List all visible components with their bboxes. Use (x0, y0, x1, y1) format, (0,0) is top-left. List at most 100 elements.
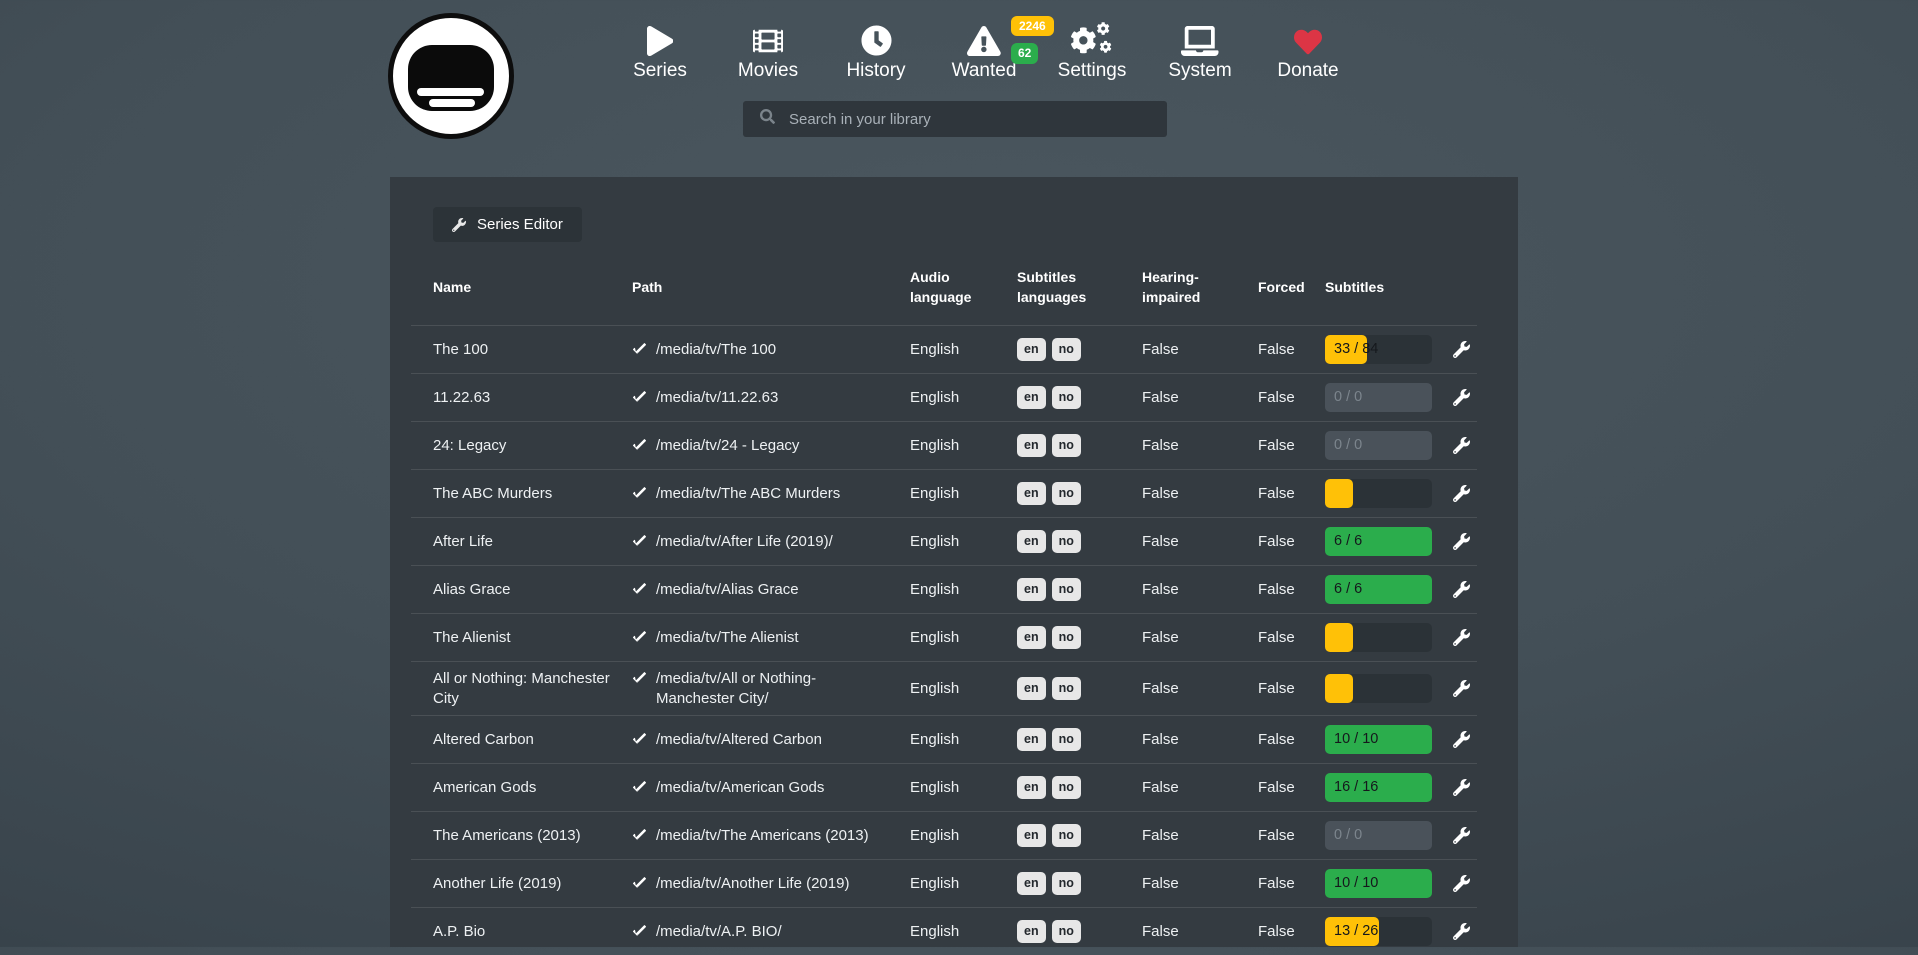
wrench-icon[interactable] (1453, 923, 1470, 940)
series-name[interactable]: All or Nothing: Manchester City (411, 662, 632, 715)
nav-item-system[interactable]: System (1146, 18, 1254, 82)
nav-item-history[interactable]: History (822, 18, 930, 82)
series-editor-button[interactable]: Series Editor (433, 207, 582, 242)
check-icon (632, 672, 647, 685)
logo-subtitle-line (429, 99, 475, 107)
wrench-icon[interactable] (1453, 875, 1470, 892)
check-icon (632, 733, 647, 746)
nav-item-donate[interactable]: Donate (1254, 18, 1362, 82)
table-row: Alias Grace /media/tv/Alias Grace Englis… (411, 565, 1477, 613)
wrench-icon[interactable] (1453, 341, 1470, 358)
subtitles-progress-bar (1325, 674, 1432, 703)
series-name[interactable]: American Gods (411, 771, 632, 805)
audio-language-value: English (910, 485, 1017, 502)
check-icon (632, 487, 647, 500)
subtitles-progress-bar (1325, 623, 1432, 652)
wrench-icon[interactable] (1453, 731, 1470, 748)
nav-item-wanted[interactable]: Wanted 2246 62 (930, 18, 1038, 82)
header-forced: Forced (1258, 278, 1325, 316)
forced-value: False (1258, 629, 1325, 646)
row-actions (1445, 629, 1477, 646)
hearing-impaired-value: False (1142, 581, 1258, 598)
progress-label: 6 / 6 (1334, 575, 1362, 604)
table-row: Another Life (2019) /media/tv/Another Li… (411, 859, 1477, 907)
check-icon (632, 925, 647, 938)
audio-language-value: English (910, 533, 1017, 550)
row-actions (1445, 581, 1477, 598)
subtitles-progress-cell: 16 / 16 (1325, 773, 1445, 802)
series-path: /media/tv/A.P. BIO/ (632, 915, 910, 949)
subtitles-languages-badges: enno (1017, 530, 1142, 553)
nav-item-movies[interactable]: Movies (714, 18, 822, 82)
series-panel: Series Editor Name Path Audio language S… (390, 177, 1518, 947)
subtitles-languages-badges: enno (1017, 728, 1142, 751)
wrench-icon[interactable] (1453, 437, 1470, 454)
check-icon (632, 343, 647, 356)
wrench-icon[interactable] (1453, 533, 1470, 550)
wrench-icon[interactable] (1453, 581, 1470, 598)
series-path-text: /media/tv/All or Nothing- Manchester Cit… (656, 669, 896, 708)
play-icon (647, 18, 673, 56)
series-path: /media/tv/24 - Legacy (632, 429, 910, 463)
logo-subtitle-line (417, 88, 484, 96)
series-name[interactable]: The Alienist (411, 621, 632, 655)
series-name[interactable]: The 100 (411, 333, 632, 367)
series-name[interactable]: After Life (411, 525, 632, 559)
table-row: 11.22.63 /media/tv/11.22.63 English enno… (411, 373, 1477, 421)
series-name[interactable]: A.P. Bio (411, 915, 632, 949)
subtitles-progress-cell: 13 / 26 (1325, 917, 1445, 946)
series-path: /media/tv/After Life (2019)/ (632, 525, 910, 559)
series-name[interactable]: The ABC Murders (411, 477, 632, 511)
series-path: /media/tv/The ABC Murders (632, 477, 910, 511)
language-badge: no (1052, 824, 1081, 847)
subtitles-progress-cell (1325, 623, 1445, 652)
gears-icon (1070, 18, 1113, 56)
header-path: Path (632, 278, 910, 316)
series-name[interactable]: Alias Grace (411, 573, 632, 607)
nav-item-series[interactable]: Series (606, 18, 714, 82)
series-editor-label: Series Editor (477, 216, 563, 233)
header-subtitles-languages: Subtitles languages (1017, 268, 1142, 325)
wrench-icon[interactable] (1453, 680, 1470, 697)
table-row: After Life /media/tv/After Life (2019)/ … (411, 517, 1477, 565)
header-audio-language: Audio language (910, 268, 1017, 325)
wrench-icon[interactable] (1453, 827, 1470, 844)
progress-label: 16 / 16 (1334, 773, 1378, 802)
subtitles-progress-cell (1325, 674, 1445, 703)
series-name[interactable]: 11.22.63 (411, 381, 632, 415)
series-name[interactable]: The Americans (2013) (411, 819, 632, 853)
warning-triangle-icon (967, 18, 1001, 56)
check-icon (632, 877, 647, 890)
wrench-icon[interactable] (1453, 629, 1470, 646)
language-badge: no (1052, 920, 1081, 943)
series-path-text: /media/tv/A.P. BIO/ (656, 922, 782, 942)
series-name[interactable]: Another Life (2019) (411, 867, 632, 901)
nav-label-series: Series (633, 60, 687, 82)
bazarr-logo[interactable] (388, 13, 514, 139)
series-path-text: /media/tv/American Gods (656, 778, 824, 798)
nav-label-movies: Movies (738, 60, 798, 82)
search-input[interactable] (787, 110, 1167, 129)
table-row: American Gods /media/tv/American Gods En… (411, 763, 1477, 811)
header-subtitles: Subtitles (1325, 278, 1445, 316)
table-header-row: Name Path Audio language Subtitles langu… (411, 242, 1477, 325)
nav-item-settings[interactable]: Settings (1038, 18, 1146, 82)
series-name[interactable]: 24: Legacy (411, 429, 632, 463)
subtitles-progress-bar: 0 / 0 (1325, 383, 1432, 412)
hearing-impaired-value: False (1142, 923, 1258, 940)
audio-language-value: English (910, 875, 1017, 892)
wrench-icon[interactable] (1453, 779, 1470, 796)
language-badge: en (1017, 530, 1046, 553)
forced-value: False (1258, 581, 1325, 598)
wrench-icon[interactable] (1453, 485, 1470, 502)
series-name[interactable]: Altered Carbon (411, 723, 632, 757)
subtitles-progress-cell: 0 / 0 (1325, 821, 1445, 850)
subtitles-languages-badges: enno (1017, 434, 1142, 457)
wrench-icon[interactable] (1453, 389, 1470, 406)
table-row: Altered Carbon /media/tv/Altered Carbon … (411, 715, 1477, 763)
language-badge: no (1052, 482, 1081, 505)
language-badge: en (1017, 776, 1046, 799)
nav-label-wanted: Wanted (952, 60, 1017, 82)
forced-value: False (1258, 827, 1325, 844)
check-icon (632, 391, 647, 404)
